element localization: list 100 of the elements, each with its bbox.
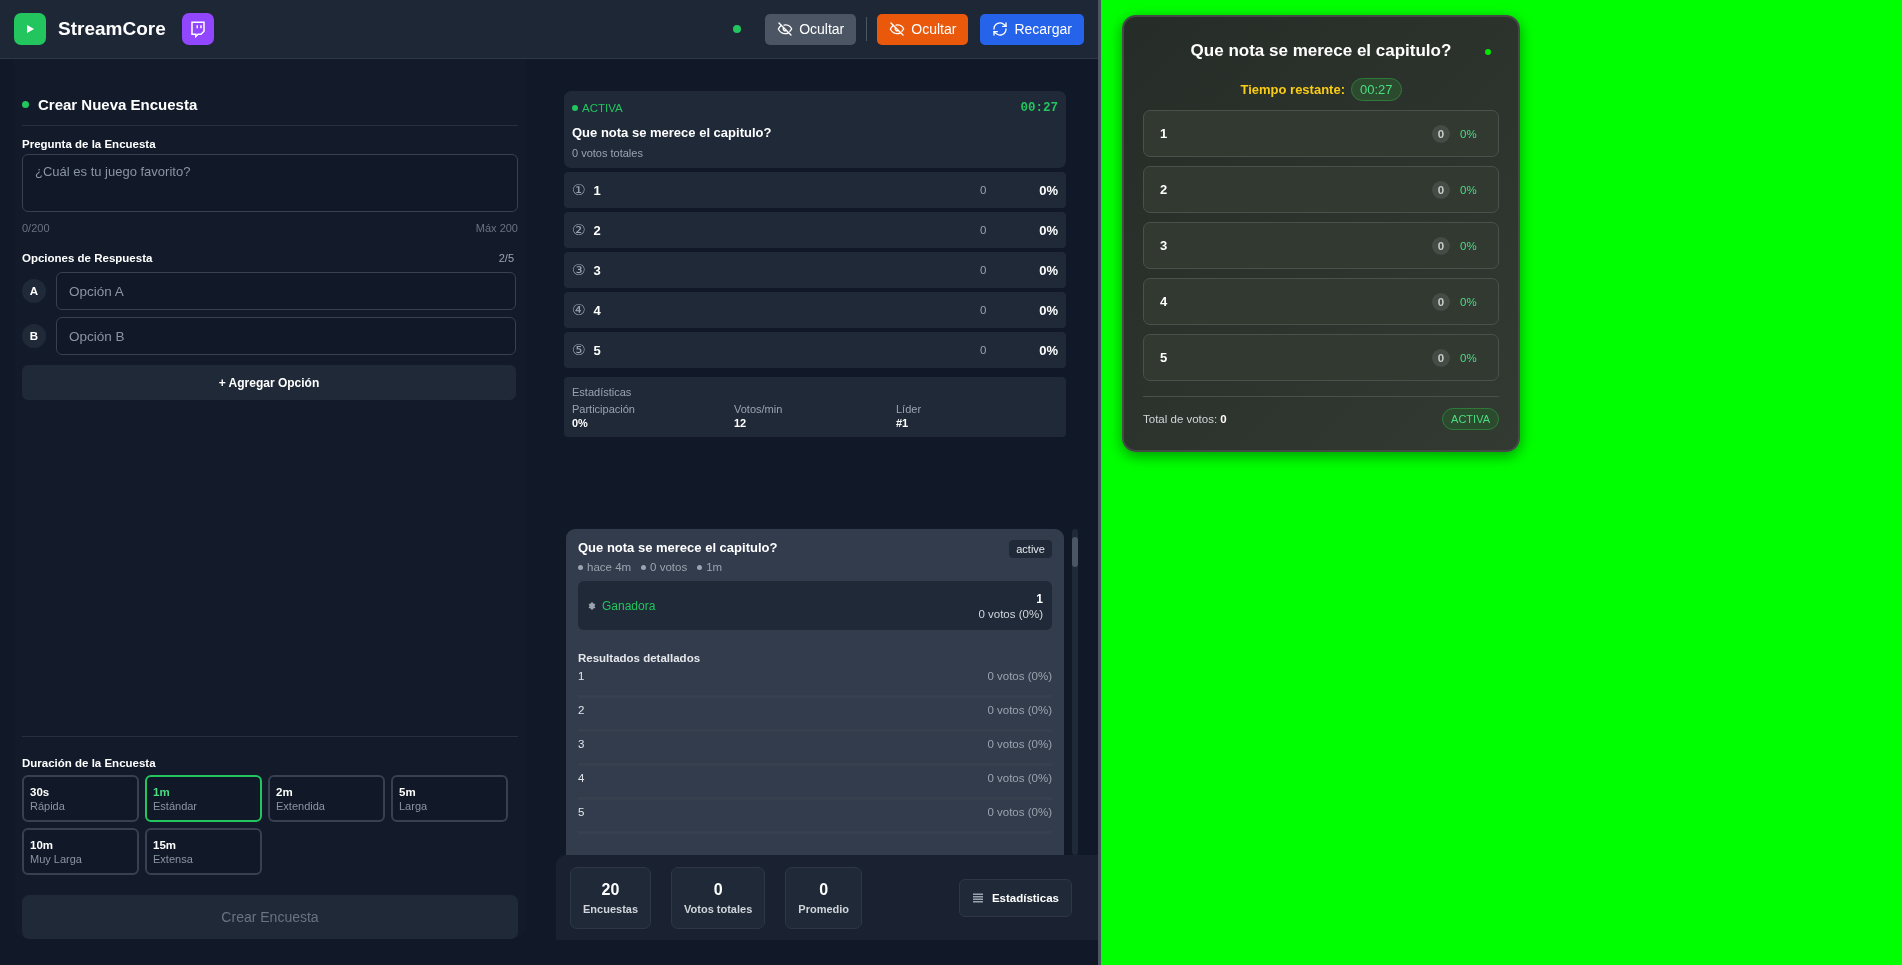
field-label: Pregunta de la Encuesta — [22, 138, 157, 150]
countdown-timer: 00:27 — [1351, 78, 1402, 101]
option-number: ① — [572, 181, 586, 199]
field-label: Duración de la Encuesta — [22, 757, 157, 769]
result-label: 1 — [578, 670, 585, 684]
vote-count: 0 — [1432, 348, 1450, 367]
option-label: 5 — [1160, 350, 1169, 365]
result-label: 2 — [578, 704, 585, 718]
result-votes: 0 votos (0%) — [987, 670, 1052, 684]
section-title: Resultados detallados — [578, 652, 702, 664]
panel-title: Crear Nueva Encuesta — [38, 96, 198, 113]
meta-item: 1m — [697, 561, 723, 573]
vote-total: Total de votos: 0 — [1143, 413, 1227, 425]
duration-option[interactable]: 2m Extendida — [268, 775, 385, 822]
reload-button[interactable]: Recargar — [980, 13, 1084, 45]
live-dot — [1485, 49, 1491, 55]
vote-count: 0 — [980, 304, 988, 316]
stat-value: 0% — [572, 417, 589, 429]
eye-off-icon — [777, 21, 794, 37]
stat-label: Votos totales — [684, 903, 753, 915]
app-title: StreamCore — [58, 18, 166, 40]
eye-off-icon — [889, 21, 906, 37]
question-field[interactable]: ¿Cuál es tu juego favorito? — [22, 154, 518, 212]
char-counter: 0/200 — [22, 222, 50, 234]
winner-votes: 0 votos (0%) — [978, 607, 1043, 620]
vote-percent: 0% — [1460, 351, 1478, 364]
stat-value: #1 — [896, 417, 910, 429]
vote-percent: 0% — [1038, 342, 1058, 358]
status-label: ACTIVA — [572, 102, 623, 114]
add-option-button[interactable]: + Agregar Opción — [22, 365, 516, 400]
option-label: 4 — [1160, 294, 1169, 309]
option-number: ② — [572, 221, 586, 239]
max-length-text: Máx 200 — [475, 222, 518, 234]
time-label: Tiempo restante: — [1240, 82, 1345, 97]
rosette-icon — [587, 600, 597, 611]
stat-label: Votos/min — [734, 403, 784, 415]
vote-percent: 0% — [1460, 295, 1478, 308]
option-number: ④ — [572, 301, 586, 319]
vote-count: 0 — [1432, 292, 1450, 311]
field-label: Opciones de Respuesta — [22, 252, 153, 264]
duration-option[interactable]: 15m Extensa — [145, 828, 262, 875]
option-field[interactable]: Opción B — [56, 317, 516, 355]
option-label: 3 — [1160, 238, 1169, 253]
poll-question: Que nota se merece el capitulo? — [572, 125, 773, 140]
poll-question: Que nota se merece el capitulo? — [578, 540, 778, 555]
option-letter: A — [22, 279, 46, 303]
vote-percent: 0% — [1038, 302, 1058, 318]
stat-label: Participación — [572, 403, 636, 415]
list-icon — [971, 892, 984, 904]
play-logo-icon — [14, 13, 46, 45]
stat-label: Promedio — [798, 903, 850, 915]
statistics-button[interactable]: Estadísticas — [958, 879, 1072, 917]
stat-value: 0 — [819, 881, 829, 899]
vote-count: 0 — [1432, 124, 1450, 143]
vote-count: 0 — [1432, 236, 1450, 255]
chat-bubble-icon — [181, 13, 214, 45]
status-badge: ACTIVA — [1442, 408, 1499, 430]
meta-item: hace 4m — [578, 561, 632, 573]
option-counter: 2/5 — [498, 252, 514, 264]
stats-title: Estadísticas — [572, 386, 633, 398]
option-letter: B — [22, 324, 46, 348]
countdown-timer: 00:27 — [1020, 101, 1058, 115]
hide-overlay-button[interactable]: Ocultar — [877, 13, 969, 45]
vote-count: 0 — [980, 224, 988, 236]
winner-label: Ganadora — [602, 598, 657, 613]
option-label: 4 — [593, 302, 602, 318]
option-label: 3 — [593, 262, 602, 278]
status-badge: active — [1009, 540, 1052, 558]
status-dot — [733, 25, 742, 33]
winner-option: 1 — [1036, 591, 1043, 606]
result-label: 4 — [578, 772, 585, 786]
duration-option[interactable]: 10m Muy Larga — [22, 828, 139, 875]
stat-label: Líder — [896, 403, 923, 415]
option-field[interactable]: Opción A — [56, 272, 516, 310]
stat-value: 0 — [713, 881, 723, 899]
vote-percent: 0% — [1460, 127, 1478, 140]
option-label: 2 — [1160, 182, 1169, 197]
result-label: 5 — [578, 806, 585, 820]
vote-count: 0 — [980, 344, 988, 356]
result-votes: 0 votos (0%) — [987, 704, 1052, 718]
vote-percent: 0% — [1460, 239, 1478, 252]
result-votes: 0 votos (0%) — [987, 772, 1052, 786]
vote-percent: 0% — [1038, 182, 1058, 198]
option-label: 5 — [593, 342, 602, 358]
vote-percent: 0% — [1038, 222, 1058, 238]
duration-option[interactable]: 5m Larga — [391, 775, 508, 822]
option-label: 1 — [1160, 126, 1169, 141]
option-label: 1 — [593, 182, 602, 198]
vote-count: 0 — [980, 184, 988, 196]
overlay-question: Que nota se merece el capitulo? — [1190, 41, 1452, 61]
result-votes: 0 votos (0%) — [987, 738, 1052, 752]
hide-button[interactable]: Ocultar — [765, 13, 857, 45]
vote-count: 0 — [980, 264, 988, 276]
stat-value: 20 — [601, 881, 620, 899]
vote-total: 0 votos totales — [572, 147, 644, 159]
status-dot — [22, 101, 29, 108]
duration-option[interactable]: 30s Rápida — [22, 775, 139, 822]
duration-option[interactable]: 1m Estándar — [145, 775, 262, 822]
option-label: 2 — [593, 222, 602, 238]
result-label: 3 — [578, 738, 585, 752]
